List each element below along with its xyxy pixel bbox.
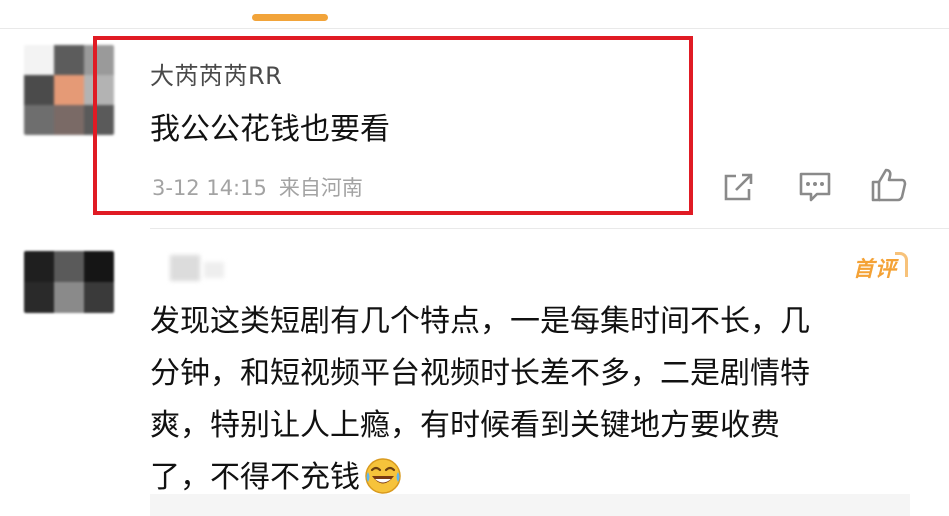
- badge-flourish: [895, 252, 908, 277]
- reply-text-content: 发现这类短剧有几个特点，一是每集时间不长，几 分钟，和短视频平台视频时长差不多，…: [150, 304, 810, 495]
- comment-divider: [150, 228, 949, 229]
- top-divider: [0, 28, 949, 29]
- comment-time: 3-12 14:15: [152, 176, 267, 200]
- blurred-username-tail: [204, 262, 224, 278]
- first-comment-badge: 首评: [853, 257, 897, 281]
- reply-text: 发现这类短剧有几个特点，一是每集时间不长，几 分钟，和短视频平台视频时长差不多，…: [150, 296, 910, 504]
- comment-location: 来自河南: [278, 176, 363, 200]
- replies-preview-bar[interactable]: [150, 494, 910, 516]
- share-icon[interactable]: [722, 171, 756, 207]
- comment-username[interactable]: 大芮芮芮RR: [150, 56, 282, 91]
- comment-text: 我公公花钱也要看: [150, 112, 390, 147]
- like-icon[interactable]: [870, 166, 908, 208]
- laughing-crying-emoji-icon: [364, 457, 402, 495]
- comment-icon[interactable]: [797, 170, 833, 208]
- avatar[interactable]: [24, 251, 114, 313]
- active-tab-indicator: [252, 14, 328, 21]
- comment-meta: 3-12 14:15 来自河南: [152, 172, 363, 202]
- blurred-username[interactable]: [170, 255, 200, 281]
